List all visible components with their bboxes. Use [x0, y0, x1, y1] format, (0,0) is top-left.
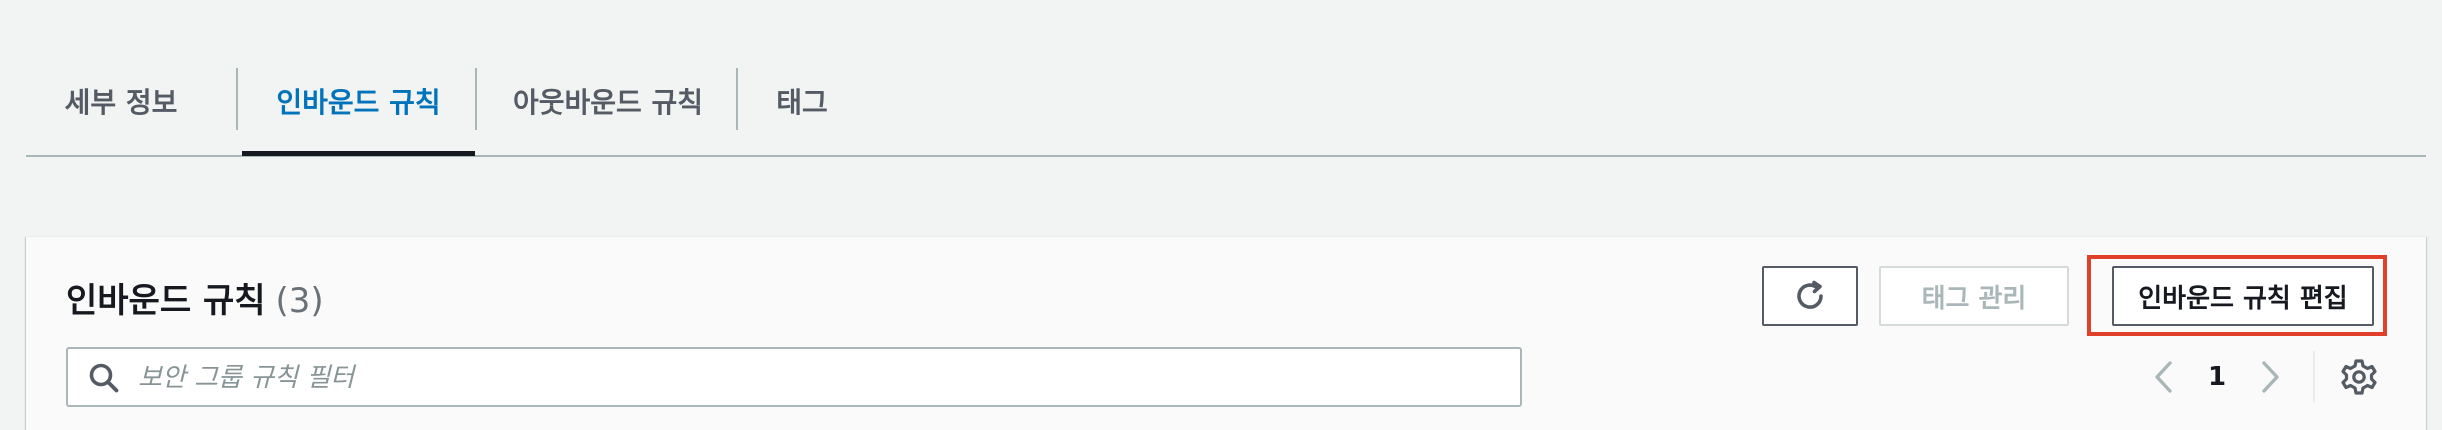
tab-divider [475, 68, 477, 130]
tab-details[interactable]: 세부 정보 [26, 68, 216, 134]
refresh-button[interactable] [1762, 266, 1858, 326]
chevron-right-icon[interactable] [2254, 357, 2286, 397]
gear-icon[interactable] [2340, 358, 2378, 396]
tab-outbound-rules[interactable]: 아웃바운드 규칙 [481, 68, 735, 134]
tab-divider [236, 68, 238, 130]
refresh-icon [1797, 280, 1823, 309]
page-number[interactable]: 1 [2194, 357, 2240, 397]
manage-tags-button[interactable]: 태그 관리 [1879, 266, 2069, 326]
search-box[interactable] [66, 347, 1522, 407]
inbound-rules-panel: 인바운드 규칙 (3) 태그 관리 인바운드 규칙 편집 1 [26, 236, 2426, 430]
search-icon [89, 363, 119, 393]
active-tab-indicator [242, 151, 475, 156]
panel-title: 인바운드 규칙 [66, 281, 266, 321]
pagination-divider [2313, 351, 2315, 403]
tab-divider [736, 68, 738, 130]
edit-inbound-rules-button[interactable]: 인바운드 규칙 편집 [2112, 266, 2374, 326]
security-group-detail: 세부 정보 인바운드 규칙 아웃바운드 규칙 태그 인바운드 규칙 (3) 태그… [0, 0, 2442, 430]
chevron-left-icon[interactable] [2148, 357, 2180, 397]
tab-tags[interactable]: 태그 [742, 68, 862, 134]
tab-inbound-rules[interactable]: 인바운드 규칙 [242, 68, 475, 134]
rule-count: (3) [275, 281, 324, 321]
search-input[interactable] [136, 349, 1510, 407]
tab-bar: 세부 정보 인바운드 규칙 아웃바운드 규칙 태그 [26, 0, 2426, 157]
panel-header: 인바운드 규칙 (3) [66, 273, 324, 322]
